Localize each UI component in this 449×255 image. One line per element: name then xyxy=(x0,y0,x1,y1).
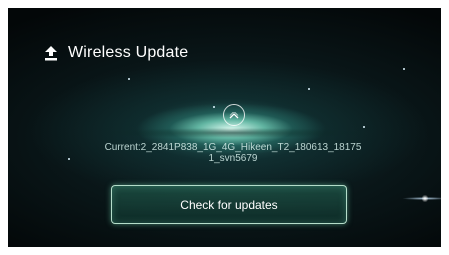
page-header: Wireless Update xyxy=(44,44,188,62)
star xyxy=(308,88,310,90)
current-version-text: Current:2_2841P838_1G_4G_Hikeen_T2_18061… xyxy=(68,142,398,164)
bright-star xyxy=(402,194,441,203)
star xyxy=(128,78,130,80)
page-title: Wireless Update xyxy=(68,44,189,61)
current-version-line: Current:2_2841P838_1G_4G_Hikeen_T2_18061… xyxy=(104,142,362,164)
star xyxy=(403,68,405,70)
check-for-updates-button[interactable]: Check for updates xyxy=(111,185,347,224)
scroll-up-button[interactable] xyxy=(223,104,245,126)
star xyxy=(363,126,365,128)
wireless-update-screen: Wireless Update Current:2_2841P838_1G_4G… xyxy=(8,8,441,247)
upload-icon xyxy=(45,45,57,60)
chevron-up-icon xyxy=(229,111,239,118)
check-for-updates-label: Check for updates xyxy=(180,197,278,212)
star xyxy=(213,106,215,108)
